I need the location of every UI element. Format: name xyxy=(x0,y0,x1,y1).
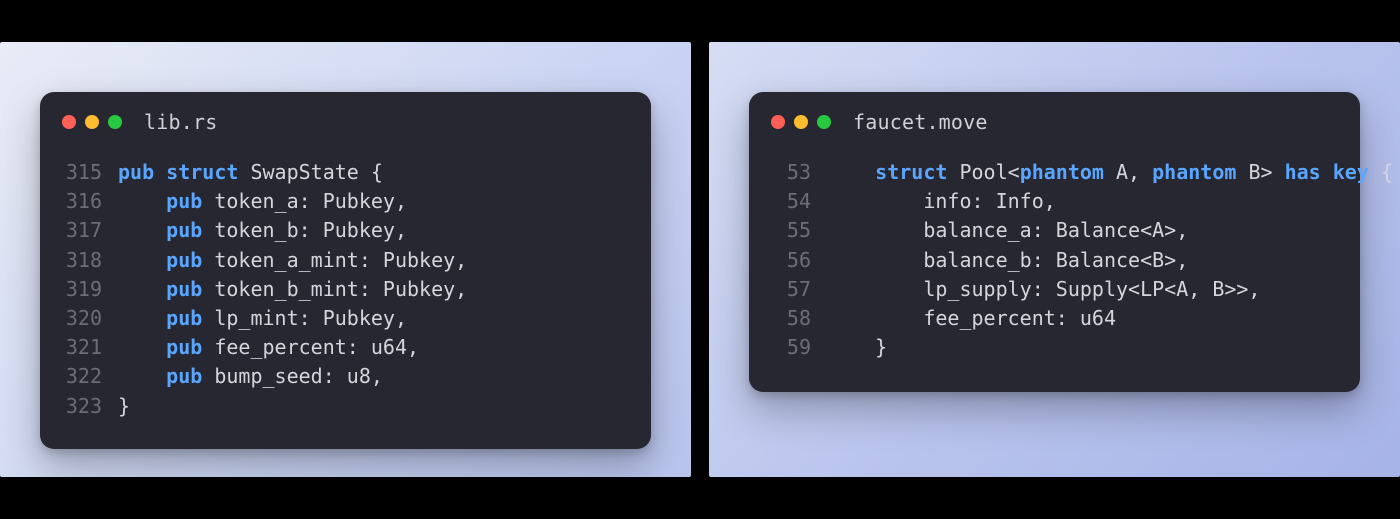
line-number: 319 xyxy=(64,275,118,304)
filename-left: lib.rs xyxy=(144,110,217,134)
stage: lib.rs 315pub struct SwapState {316 pub … xyxy=(0,42,1400,477)
code-line: 59 } xyxy=(773,333,1336,362)
code-text: lp_supply: Supply<LP<A, B>>, xyxy=(827,275,1336,304)
code-body-left: 315pub struct SwapState {316 pub token_a… xyxy=(40,140,651,449)
code-text: fee_percent: u64 xyxy=(827,304,1336,333)
code-line: 56 balance_b: Balance<B>, xyxy=(773,246,1336,275)
code-text: pub fee_percent: u64, xyxy=(118,333,627,362)
line-number: 321 xyxy=(64,333,118,362)
panel-left: lib.rs 315pub struct SwapState {316 pub … xyxy=(0,42,691,477)
code-line: 315pub struct SwapState { xyxy=(64,158,627,187)
letterbox-top xyxy=(0,0,1400,42)
letterbox-bottom xyxy=(0,477,1400,519)
code-line: 318 pub token_a_mint: Pubkey, xyxy=(64,246,627,275)
line-number: 317 xyxy=(64,216,118,245)
code-text: pub token_b_mint: Pubkey, xyxy=(118,275,627,304)
maximize-icon xyxy=(817,115,831,129)
traffic-lights xyxy=(62,115,122,129)
code-line: 317 pub token_b: Pubkey, xyxy=(64,216,627,245)
traffic-lights xyxy=(771,115,831,129)
line-number: 55 xyxy=(773,216,827,245)
minimize-icon xyxy=(85,115,99,129)
code-body-right: 53 struct Pool<phantom A, phantom B> has… xyxy=(749,140,1360,390)
line-number: 54 xyxy=(773,187,827,216)
code-window-right: faucet.move 53 struct Pool<phantom A, ph… xyxy=(749,92,1360,392)
line-number: 59 xyxy=(773,333,827,362)
close-icon xyxy=(62,115,76,129)
code-text: balance_a: Balance<A>, xyxy=(827,216,1336,245)
filename-right: faucet.move xyxy=(853,110,988,134)
code-window-left: lib.rs 315pub struct SwapState {316 pub … xyxy=(40,92,651,449)
line-number: 57 xyxy=(773,275,827,304)
line-number: 56 xyxy=(773,246,827,275)
titlebar-right: faucet.move xyxy=(749,92,1360,140)
panel-right: faucet.move 53 struct Pool<phantom A, ph… xyxy=(709,42,1400,477)
code-line: 319 pub token_b_mint: Pubkey, xyxy=(64,275,627,304)
code-text: pub bump_seed: u8, xyxy=(118,362,627,391)
maximize-icon xyxy=(108,115,122,129)
line-number: 318 xyxy=(64,246,118,275)
code-text: struct Pool<phantom A, phantom B> has ke… xyxy=(827,158,1393,187)
code-line: 323} xyxy=(64,392,627,421)
code-line: 316 pub token_a: Pubkey, xyxy=(64,187,627,216)
code-line: 54 info: Info, xyxy=(773,187,1336,216)
code-line: 58 fee_percent: u64 xyxy=(773,304,1336,333)
code-text: } xyxy=(827,333,1336,362)
line-number: 315 xyxy=(64,158,118,187)
code-text: pub token_a_mint: Pubkey, xyxy=(118,246,627,275)
code-line: 320 pub lp_mint: Pubkey, xyxy=(64,304,627,333)
line-number: 322 xyxy=(64,362,118,391)
minimize-icon xyxy=(794,115,808,129)
code-line: 55 balance_a: Balance<A>, xyxy=(773,216,1336,245)
code-line: 53 struct Pool<phantom A, phantom B> has… xyxy=(773,158,1336,187)
code-text: pub struct SwapState { xyxy=(118,158,627,187)
line-number: 53 xyxy=(773,158,827,187)
code-text: pub token_b: Pubkey, xyxy=(118,216,627,245)
titlebar-left: lib.rs xyxy=(40,92,651,140)
code-text: balance_b: Balance<B>, xyxy=(827,246,1336,275)
code-text: info: Info, xyxy=(827,187,1336,216)
line-number: 323 xyxy=(64,392,118,421)
code-line: 321 pub fee_percent: u64, xyxy=(64,333,627,362)
code-text: } xyxy=(118,392,627,421)
code-text: pub token_a: Pubkey, xyxy=(118,187,627,216)
close-icon xyxy=(771,115,785,129)
code-line: 322 pub bump_seed: u8, xyxy=(64,362,627,391)
code-line: 57 lp_supply: Supply<LP<A, B>>, xyxy=(773,275,1336,304)
line-number: 316 xyxy=(64,187,118,216)
line-number: 58 xyxy=(773,304,827,333)
code-text: pub lp_mint: Pubkey, xyxy=(118,304,627,333)
line-number: 320 xyxy=(64,304,118,333)
